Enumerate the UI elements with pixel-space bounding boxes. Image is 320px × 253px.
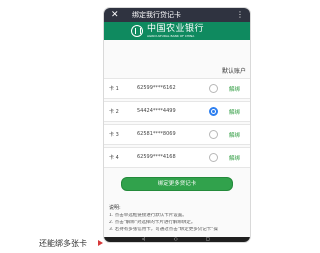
note-item: 3. 若持有多张信用卡，可通过点击"绑定更多贷记卡"操 xyxy=(109,227,218,232)
card-label: 卡 4 xyxy=(109,155,119,161)
card-row: 卡 4 62599****4168 解绑 xyxy=(104,147,250,168)
unbind-button[interactable]: 解绑 xyxy=(229,154,240,162)
caption-label: 还能绑多张卡 xyxy=(39,239,87,248)
arrow-icon xyxy=(98,240,103,246)
phone-screen: ✕ 绑定我行贷记卡 ⋮ 中国农业银行 AGRICULTURAL BANK OF … xyxy=(104,8,250,242)
notes-title: 说明: xyxy=(109,205,121,211)
card-row: 卡 1 62599****6162 解绑 xyxy=(104,78,250,99)
unbind-button[interactable]: 解绑 xyxy=(229,108,240,116)
home-icon[interactable]: ○ xyxy=(174,236,178,242)
app-bar: ✕ 绑定我行贷记卡 ⋮ xyxy=(104,8,250,22)
bank-name-en: AGRICULTURAL BANK OF CHINA xyxy=(147,34,195,38)
unbind-button[interactable]: 解绑 xyxy=(229,131,240,139)
bank-banner: 中国农业银行 AGRICULTURAL BANK OF CHINA xyxy=(104,22,250,40)
recent-apps-icon[interactable]: □ xyxy=(206,236,210,242)
bank-logo-icon xyxy=(131,25,143,37)
default-card-radio[interactable] xyxy=(209,130,218,139)
card-row: 卡 3 62581****8069 解绑 xyxy=(104,124,250,145)
note-item: 2. 点击"解绑"对选择的卡片进行解绑绑定。 xyxy=(109,220,196,225)
card-list-header: 默认账户 xyxy=(104,64,250,76)
back-icon[interactable]: ◁ xyxy=(142,236,145,242)
close-icon[interactable]: ✕ xyxy=(111,9,119,21)
card-number: 62581****8069 xyxy=(137,131,176,137)
card-label: 卡 3 xyxy=(109,132,119,138)
note-item: 1. 点击单选框链接进行默认卡片设置。 xyxy=(109,213,187,218)
unbind-button[interactable]: 解绑 xyxy=(229,85,240,93)
default-card-radio[interactable] xyxy=(209,107,218,116)
more-vertical-icon[interactable]: ⋮ xyxy=(236,9,244,21)
card-label: 卡 2 xyxy=(109,109,119,115)
default-card-radio[interactable] xyxy=(209,153,218,162)
card-number: 62599****4168 xyxy=(137,154,176,160)
page-title: 绑定我行贷记卡 xyxy=(132,11,181,19)
system-navbar: ◁ ○ □ xyxy=(104,236,250,242)
card-row: 卡 2 54424****4499 解绑 xyxy=(104,101,250,122)
card-number: 62599****6162 xyxy=(137,85,176,91)
card-label: 卡 1 xyxy=(109,86,119,92)
card-number: 54424****4499 xyxy=(137,108,176,114)
default-account-label: 默认账户 xyxy=(221,68,246,75)
default-card-radio[interactable] xyxy=(209,84,218,93)
bind-more-cards-button[interactable]: 绑定更多贷记卡 xyxy=(121,177,233,191)
bank-name-cn: 中国农业银行 xyxy=(147,24,205,34)
